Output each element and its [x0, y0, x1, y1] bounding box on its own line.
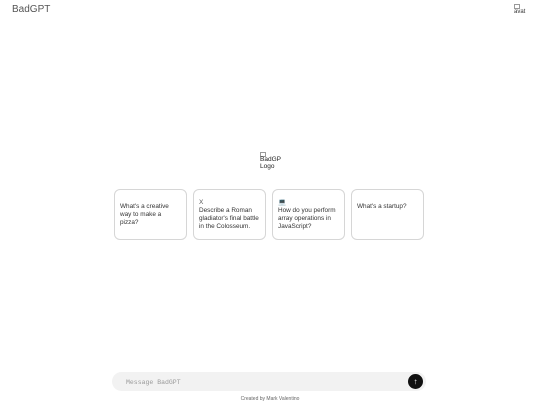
logo: BadGP Logo: [260, 152, 282, 172]
message-composer: ↑: [112, 372, 426, 391]
suggestion-text: How do you perform array operations in J…: [278, 207, 336, 230]
logo-alt-line2: Logo: [260, 162, 275, 170]
suggestion-text: What's a startup?: [357, 203, 407, 210]
send-button[interactable]: ↑: [408, 374, 423, 389]
brand-title[interactable]: BadGPT: [12, 4, 50, 15]
suggestion-cards: What's a creative way to make a pizza? X…: [114, 189, 424, 240]
suggestion-card-startup[interactable]: What's a startup?: [351, 189, 424, 240]
avatar[interactable]: avat: [514, 4, 528, 18]
footer-credit: Created by Mark Valentino: [240, 396, 300, 402]
laptop-icon: 💻: [278, 199, 287, 206]
crossed-swords-icon: X: [199, 199, 204, 206]
message-input[interactable]: [124, 375, 398, 390]
suggestion-text: Describe a Roman gladiator's final battl…: [199, 207, 259, 230]
arrow-up-icon: ↑: [413, 376, 418, 386]
suggestion-card-pizza[interactable]: What's a creative way to make a pizza?: [114, 189, 187, 240]
suggestion-card-javascript[interactable]: 💻 How do you perform array operations in…: [272, 189, 345, 240]
page: BadGPT avat BadGP Logo What's a creative…: [0, 0, 540, 405]
suggestion-text: What's a creative way to make a pizza?: [120, 203, 169, 226]
suggestion-card-gladiator[interactable]: X Describe a Roman gladiator's final bat…: [193, 189, 266, 240]
avatar-alt-text: avat: [514, 9, 526, 15]
